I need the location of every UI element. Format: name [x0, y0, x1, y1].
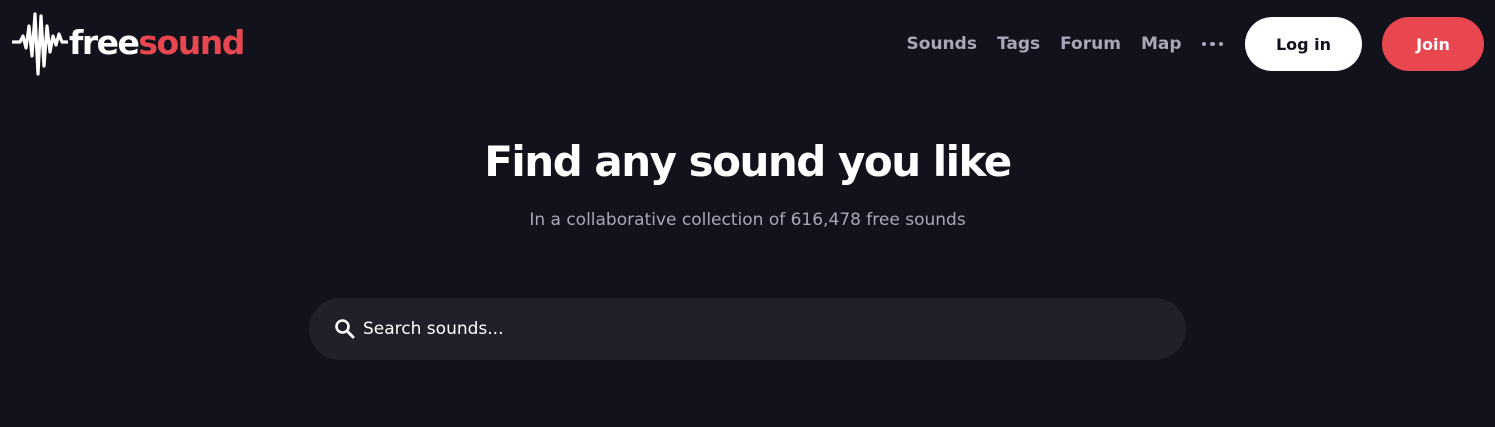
- nav-forum[interactable]: Forum: [1060, 34, 1121, 54]
- join-button[interactable]: Join: [1382, 17, 1484, 71]
- more-dots-icon[interactable]: [1201, 34, 1223, 54]
- more-dot: [1218, 41, 1223, 47]
- login-button[interactable]: Log in: [1245, 17, 1362, 71]
- logo-link[interactable]: freesound: [12, 12, 245, 76]
- logo-text-free: free: [69, 22, 140, 62]
- nav-map[interactable]: Map: [1141, 34, 1182, 54]
- search-input[interactable]: [361, 309, 1186, 349]
- search-form: [309, 298, 1186, 360]
- waveform-icon: [12, 12, 68, 76]
- nav-sounds[interactable]: Sounds: [907, 34, 977, 54]
- logo-text-sound: sound: [138, 22, 245, 62]
- hero-title: Find any sound you like: [484, 137, 1012, 186]
- search-icon[interactable]: [333, 317, 355, 339]
- more-dot: [1201, 41, 1206, 47]
- more-dot: [1210, 41, 1215, 47]
- hero-subtitle: In a collaborative collection of 616,478…: [529, 210, 966, 230]
- nav-tags[interactable]: Tags: [997, 34, 1040, 54]
- logo-wordmark: freesound: [69, 22, 245, 62]
- page: freesound Sounds Tags Forum Map Log in J…: [0, 0, 1495, 427]
- main-nav: Sounds Tags Forum Map Log in Join: [907, 17, 1484, 71]
